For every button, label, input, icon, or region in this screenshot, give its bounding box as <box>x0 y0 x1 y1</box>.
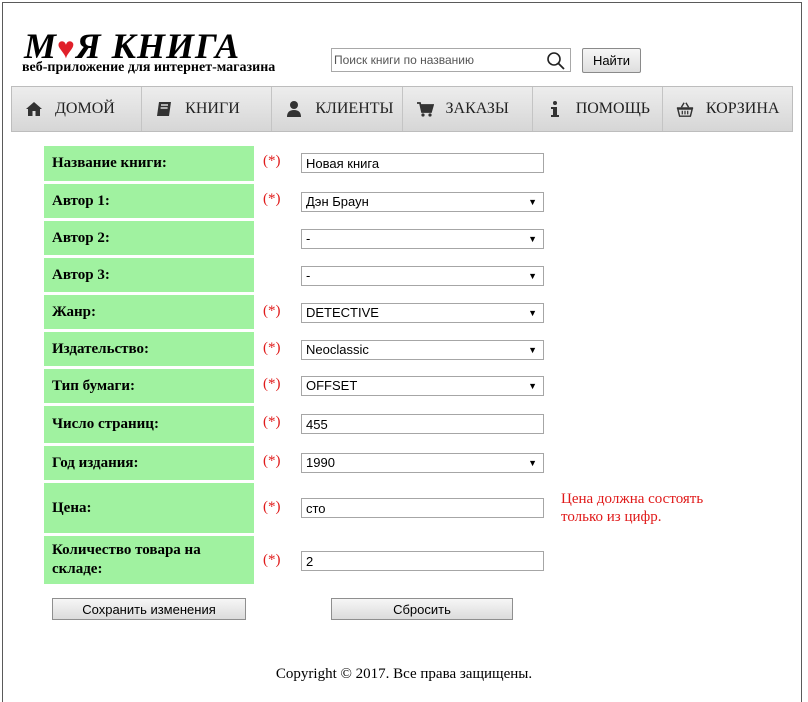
required-marker: (*) <box>263 191 281 207</box>
dropdown-arrow-icon: ▼ <box>528 271 537 281</box>
nav-item-books[interactable]: КНИГИ <box>142 87 273 131</box>
author1-select[interactable]: Дэн Браун ▼ <box>301 192 544 212</box>
search-icon[interactable] <box>546 51 566 71</box>
select-value: Neoclassic <box>306 342 369 357</box>
required-marker: (*) <box>263 414 281 430</box>
field-label: Тип бумаги: <box>44 369 254 403</box>
nav-item-label: ПОМОЩЬ <box>575 100 650 117</box>
field-label: Год издания: <box>44 446 254 480</box>
reset-button[interactable]: Сбросить <box>331 598 513 620</box>
select-value: - <box>306 231 311 246</box>
cart-icon <box>416 102 434 117</box>
field-label: Количество товара на складе: <box>44 536 254 584</box>
dropdown-arrow-icon: ▼ <box>528 234 537 244</box>
required-marker: (*) <box>263 376 281 392</box>
field-label: Автор 2: <box>44 221 254 255</box>
search-box <box>331 48 571 72</box>
footer-copyright: Copyright © 2017. Все права защищены. <box>275 666 533 682</box>
book-icon <box>157 102 172 116</box>
nav-item-basket[interactable]: КОРЗИНА <box>663 87 792 131</box>
dropdown-arrow-icon: ▼ <box>528 381 537 391</box>
required-marker: (*) <box>263 340 281 356</box>
nav-item-orders[interactable]: ЗАКАЗЫ <box>403 87 533 131</box>
dropdown-arrow-icon: ▼ <box>528 308 537 318</box>
nav-item-label: ЗАКАЗЫ <box>445 100 509 117</box>
nav-item-home[interactable]: ДОМОЙ <box>12 87 143 131</box>
stock-quantity-field[interactable] <box>301 551 544 571</box>
nav-item-label: КНИГИ <box>185 100 240 117</box>
pages-field[interactable] <box>301 414 544 434</box>
price-field[interactable] <box>301 498 544 518</box>
paper-type-select[interactable]: OFFSET ▼ <box>301 376 544 396</box>
user-icon <box>287 101 302 117</box>
author3-select[interactable]: - ▼ <box>301 266 544 286</box>
field-label: Число страниц: <box>44 406 254 443</box>
basket-icon <box>676 102 693 117</box>
field-label: Издательство: <box>44 332 254 366</box>
save-button[interactable]: Сохранить изменения <box>52 598 246 620</box>
nav-item-label: КОРЗИНА <box>705 100 780 117</box>
field-label: Цена: <box>44 483 254 533</box>
required-marker: (*) <box>263 303 281 319</box>
site-logo[interactable]: М♥Я КНИГА веб-приложение для интернет-ма… <box>22 28 314 78</box>
nav-item-clients[interactable]: КЛИЕНТЫ <box>272 87 403 131</box>
required-marker: (*) <box>263 153 281 169</box>
search-input[interactable] <box>334 50 539 70</box>
main-nav: ДОМОЙ КНИГИ КЛИЕНТЫ ЗАКАЗЫ ПОМОЩЬ КОРЗИН… <box>11 86 793 132</box>
required-marker: (*) <box>263 453 281 469</box>
dropdown-arrow-icon: ▼ <box>528 197 537 207</box>
required-marker: (*) <box>263 552 281 568</box>
select-value: DETECTIVE <box>306 305 379 320</box>
nav-item-label: ДОМОЙ <box>55 100 115 117</box>
year-select[interactable]: 1990 ▼ <box>301 453 544 473</box>
select-value: Дэн Браун <box>306 194 369 209</box>
dropdown-arrow-icon: ▼ <box>528 458 537 468</box>
dropdown-arrow-icon: ▼ <box>528 345 537 355</box>
select-value: - <box>306 268 311 283</box>
field-label: Автор 1: <box>44 184 254 218</box>
field-label: Автор 3: <box>44 258 254 292</box>
field-label: Жанр: <box>44 295 254 329</box>
home-icon <box>26 102 42 116</box>
select-value: 1990 <box>306 455 335 470</box>
select-value: OFFSET <box>306 378 358 393</box>
search-button[interactable]: Найти <box>582 48 641 73</box>
info-icon <box>550 101 559 117</box>
field-label: Название книги: <box>44 146 254 181</box>
logo-subtitle: веб-приложение для интернет-магазина <box>22 60 276 75</box>
price-error-message: Цена должна состоять только из цифр. <box>561 491 704 525</box>
genre-select[interactable]: DETECTIVE ▼ <box>301 303 544 323</box>
required-marker: (*) <box>263 499 281 515</box>
nav-item-help[interactable]: ПОМОЩЬ <box>533 87 663 131</box>
book-title-field[interactable] <box>301 153 544 173</box>
author2-select[interactable]: - ▼ <box>301 229 544 249</box>
nav-item-label: КЛИЕНТЫ <box>315 100 394 117</box>
publisher-select[interactable]: Neoclassic ▼ <box>301 340 544 360</box>
